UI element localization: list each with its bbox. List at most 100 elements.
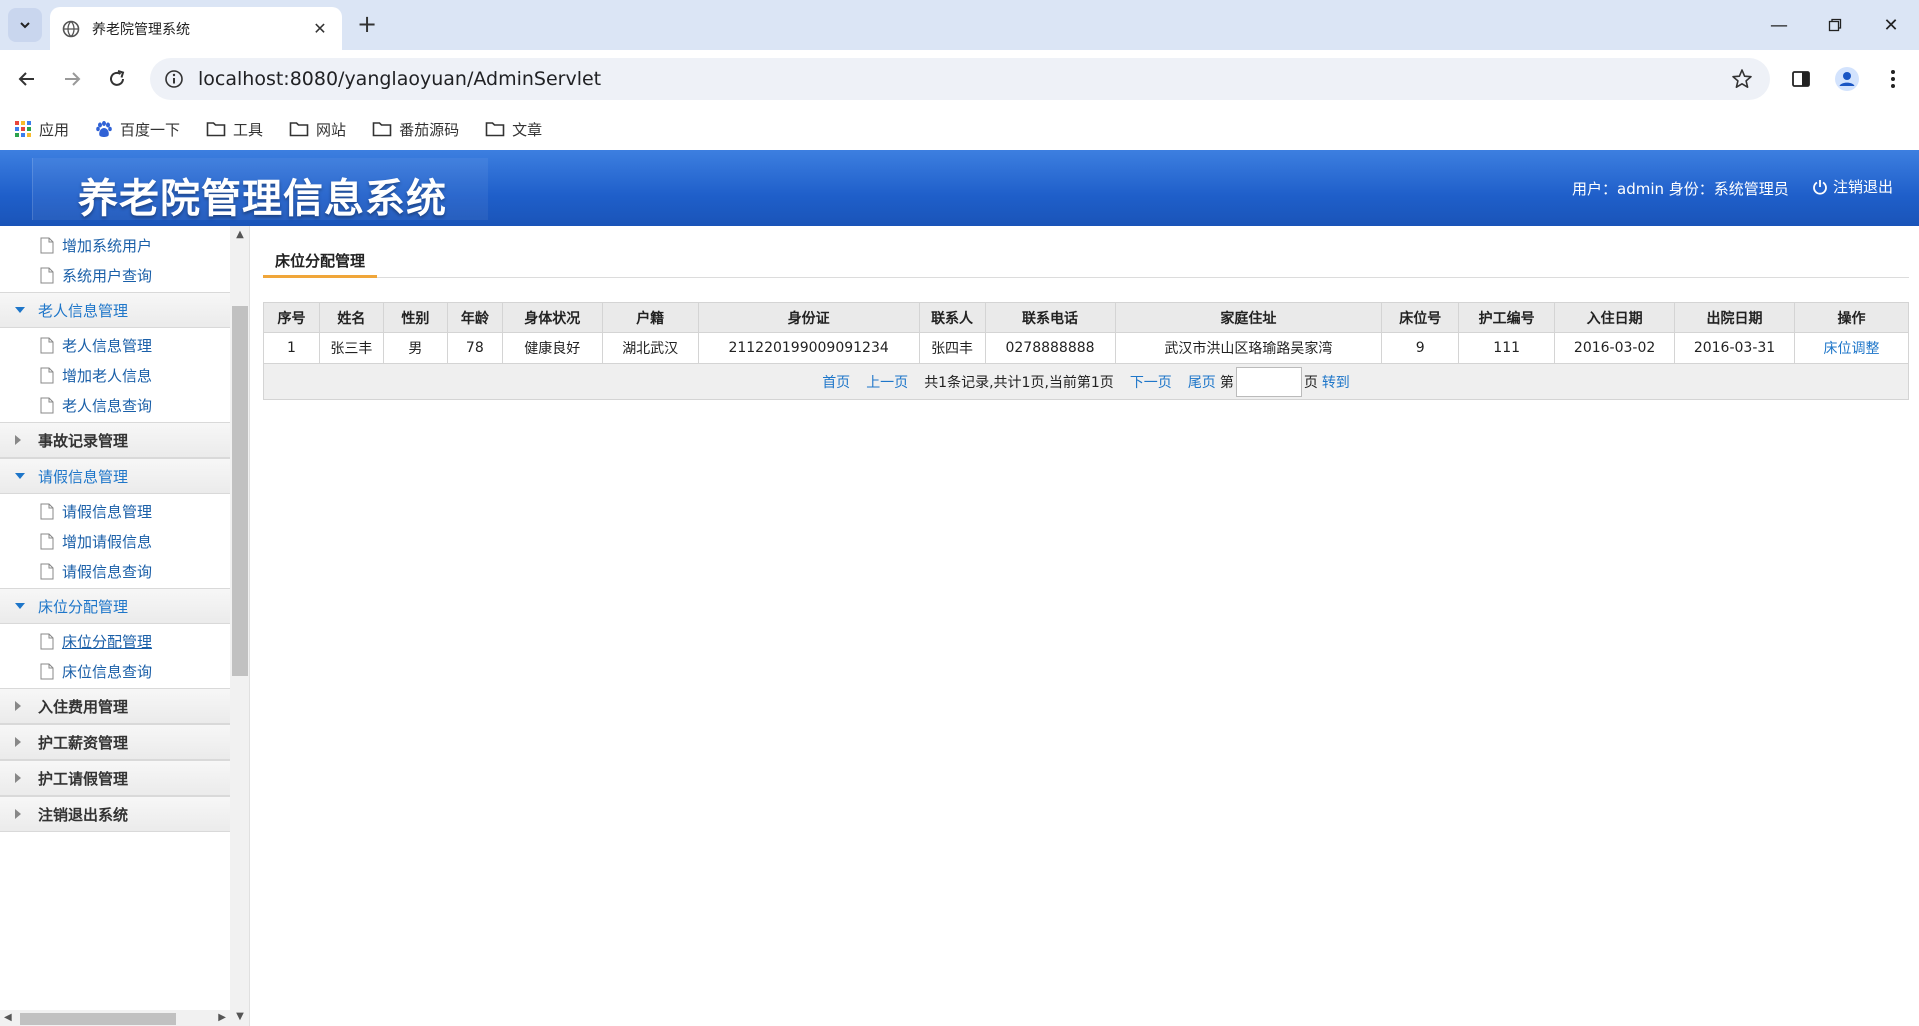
cell-id-card: 211220199009091234 — [697, 332, 920, 364]
browser-toolbar: localhost:8080/yanglaoyuan/AdminServlet — [0, 50, 1919, 108]
document-icon — [40, 267, 54, 283]
sidebar-group-fees[interactable]: 入住费用管理 — [0, 688, 230, 724]
side-panel-button[interactable] — [1784, 62, 1818, 96]
more-vertical-icon — [1891, 70, 1895, 88]
bookmark-label: 工具 — [233, 120, 264, 139]
star-icon — [1732, 69, 1752, 88]
sidebar-item-leave-manage[interactable]: 请假信息管理 — [0, 496, 230, 526]
bookmark-folder-articles[interactable]: 文章 — [485, 119, 542, 140]
menu-button[interactable] — [1876, 62, 1910, 96]
column-header: 联系人 — [918, 302, 986, 333]
adjust-bed-link[interactable]: 床位调整 — [1823, 341, 1879, 357]
sidebar-item-elder-query[interactable]: 老人信息查询 — [0, 390, 230, 420]
scroll-down-arrow-icon[interactable]: ▼ — [230, 1008, 249, 1026]
arrow-left-icon — [18, 72, 34, 86]
pagination-summary: 共1条记录,共计1页,当前第1页 — [924, 374, 1114, 391]
address-bar[interactable]: localhost:8080/yanglaoyuan/AdminServlet — [150, 58, 1770, 100]
minimize-button[interactable]: — — [1751, 0, 1807, 50]
sidebar-group-bed-allocation[interactable]: 床位分配管理 — [0, 588, 230, 624]
info-icon[interactable] — [164, 69, 184, 89]
elder-info-submenu: 老人信息管理 增加老人信息 老人信息查询 — [0, 328, 230, 422]
go-to-page-link[interactable]: 转到 — [1322, 372, 1350, 392]
bookmark-folder-tools[interactable]: 工具 — [206, 119, 263, 140]
bed-allocation-submenu: 床位分配管理 床位信息查询 — [0, 624, 230, 688]
scroll-left-arrow-icon[interactable]: ◀ — [4, 1010, 12, 1026]
document-icon — [40, 633, 54, 649]
page-prefix-label: 第 — [1219, 374, 1234, 391]
document-icon — [40, 397, 54, 413]
column-header: 身份证 — [697, 302, 920, 333]
forward-button[interactable] — [55, 62, 89, 96]
leave-info-submenu: 请假信息管理 增加请假信息 请假信息查询 — [0, 494, 230, 588]
bookmarks-bar: 应用 百度一下 工具 网站 番茄源码 文章 — [0, 108, 1919, 150]
url-text[interactable]: localhost:8080/yanglaoyuan/AdminServlet — [198, 68, 1722, 90]
logout-label: 注销退出 — [1833, 178, 1894, 196]
sidebar-horizontal-scrollbar[interactable]: ◀ ▶ — [0, 1010, 230, 1026]
scroll-thumb[interactable] — [232, 306, 248, 676]
bookmark-label: 网站 — [316, 120, 347, 139]
next-page-link[interactable]: 下一页 — [1130, 372, 1172, 392]
caret-down-icon — [15, 307, 25, 313]
sidebar-item-elder-add[interactable]: 增加老人信息 — [0, 360, 230, 390]
document-icon — [40, 367, 54, 383]
close-tab-icon[interactable]: ✕ — [310, 19, 330, 38]
sidebar-item-leave-query[interactable]: 请假信息查询 — [0, 556, 230, 586]
column-header: 户籍 — [601, 302, 699, 333]
sidebar-group-logout[interactable]: 注销退出系统 — [0, 796, 230, 832]
sidebar-group-leave-info[interactable]: 请假信息管理 — [0, 458, 230, 494]
bookmark-folder-source[interactable]: 番茄源码 — [372, 119, 459, 140]
bed-allocation-table: 序号 姓名 性别 年龄 身体状况 户籍 身份证 联系人 联系电话 家庭住址 床位… — [263, 302, 1910, 364]
column-header: 操作 — [1793, 302, 1910, 333]
baidu-paw-icon — [96, 121, 112, 137]
bookmark-folder-sites[interactable]: 网站 — [289, 119, 346, 140]
folder-icon — [372, 122, 392, 137]
document-icon — [40, 663, 54, 679]
cell-caregiver-id: 111 — [1458, 332, 1556, 364]
scroll-right-arrow-icon[interactable]: ▶ — [218, 1010, 226, 1026]
system-user-submenu: 增加系统用户 系统用户查询 — [0, 230, 230, 292]
close-window-button[interactable]: ✕ — [1863, 0, 1919, 50]
sidebar-item-add-system-user[interactable]: 增加系统用户 — [0, 230, 230, 260]
tab-search-button[interactable] — [8, 8, 42, 42]
app-header: 养老院管理信息系统 用户：admin 身份：系统管理员 注销退出 — [0, 150, 1919, 226]
caret-down-icon — [15, 603, 25, 609]
sidebar-item-leave-add[interactable]: 增加请假信息 — [0, 526, 230, 556]
restore-button[interactable] — [1807, 0, 1863, 50]
sidebar-item-elder-manage[interactable]: 老人信息管理 — [0, 330, 230, 360]
sidebar-group-elder-info[interactable]: 老人信息管理 — [0, 292, 230, 328]
scroll-thumb[interactable] — [20, 1013, 176, 1025]
first-page-link[interactable]: 首页 — [822, 372, 850, 392]
logout-link[interactable]: 注销退出 — [1812, 176, 1893, 197]
bookmark-star-button[interactable] — [1722, 59, 1762, 99]
bookmark-baidu[interactable]: 百度一下 — [95, 119, 180, 140]
reload-button[interactable] — [100, 62, 134, 96]
cell-index: 1 — [263, 332, 320, 364]
sidebar-group-accident[interactable]: 事故记录管理 — [0, 422, 230, 458]
profile-button[interactable] — [1830, 62, 1864, 96]
page-number-input[interactable] — [1235, 366, 1302, 397]
new-tab-button[interactable]: + — [352, 10, 382, 40]
browser-tab[interactable]: 养老院管理系统 ✕ — [50, 7, 342, 50]
sidebar-group-caregiver-leave[interactable]: 护工请假管理 — [0, 760, 230, 796]
folder-icon — [485, 122, 505, 137]
sidebar-item-bed-manage[interactable]: 床位分配管理 — [0, 626, 230, 656]
bookmark-label: 文章 — [512, 120, 543, 139]
app-title: 养老院管理信息系统 — [78, 176, 447, 222]
globe-icon — [62, 20, 80, 37]
bookmark-label: 百度一下 — [120, 120, 181, 139]
table-header-row: 序号 姓名 性别 年龄 身体状况 户籍 身份证 联系人 联系电话 家庭住址 床位… — [263, 302, 1910, 333]
bookmark-label: 番茄源码 — [399, 120, 460, 139]
browser-tab-bar: 养老院管理系统 ✕ + — ✕ — [0, 0, 1919, 50]
caret-right-icon — [15, 701, 21, 711]
sidebar-group-caregiver-salary[interactable]: 护工薪资管理 — [0, 724, 230, 760]
sidebar-item-bed-query[interactable]: 床位信息查询 — [0, 656, 230, 686]
cell-health: 健康良好 — [501, 332, 603, 364]
tab-bed-allocation[interactable]: 床位分配管理 — [263, 248, 378, 278]
sidebar-item-system-user-query[interactable]: 系统用户查询 — [0, 260, 230, 290]
scroll-up-arrow-icon[interactable]: ▲ — [230, 226, 249, 244]
prev-page-link[interactable]: 上一页 — [866, 372, 908, 392]
sidebar-vertical-scrollbar[interactable]: ▲ ▼ — [230, 226, 249, 1026]
back-button[interactable] — [10, 62, 44, 96]
last-page-link[interactable]: 尾页 — [1188, 372, 1216, 392]
bookmark-apps[interactable]: 应用 — [14, 119, 69, 140]
